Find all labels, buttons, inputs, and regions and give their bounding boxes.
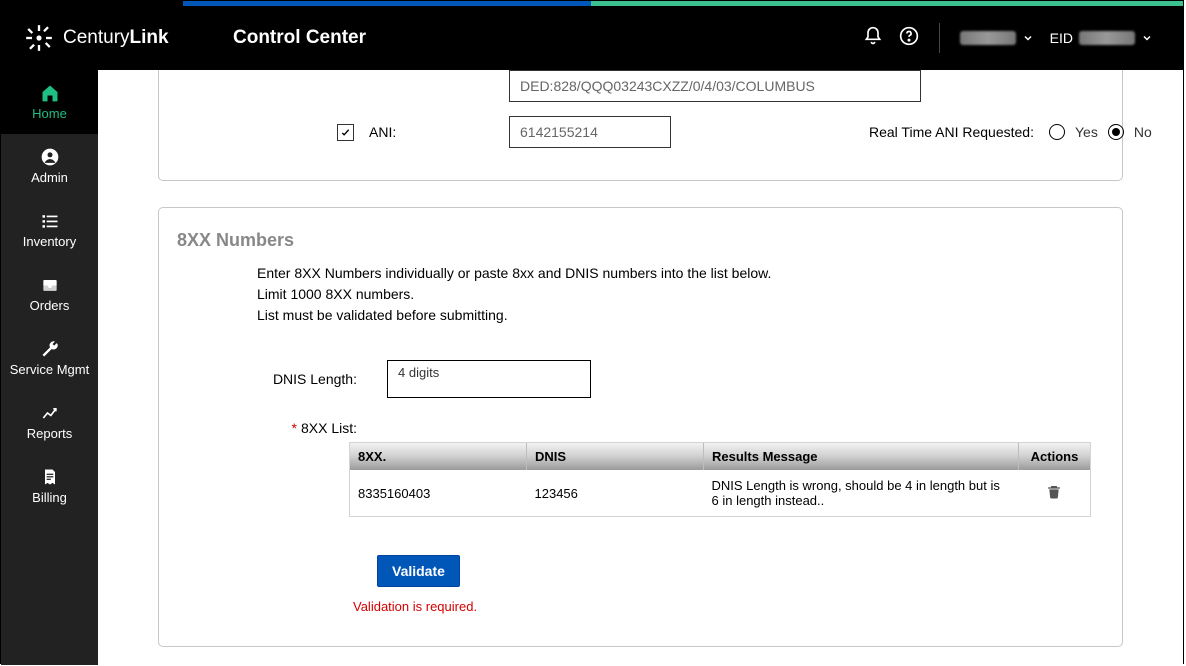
sidebar-item-label: Reports <box>27 427 73 441</box>
eightxx-list-table: 8XX. DNIS Results Message Actions 833516… <box>349 442 1091 517</box>
rt-ani-no-radio[interactable] <box>1108 124 1124 140</box>
sidebar-item-label: Orders <box>30 299 70 313</box>
ani-label: ANI: <box>369 124 509 140</box>
ani-input[interactable] <box>509 116 671 148</box>
eightxx-numbers-card: 8XX Numbers Enter 8XX Numbers individual… <box>158 207 1123 647</box>
brand-text: CenturyLink <box>63 27 169 49</box>
col-header-actions[interactable]: Actions <box>1019 443 1091 470</box>
user-name-redacted <box>960 31 1016 45</box>
inbox-icon <box>40 275 60 295</box>
main-content: ANI: Real Time ANI Requested: Yes No 8XX <box>98 70 1183 665</box>
table-row: 8335160403 123456 DNIS Length is wrong, … <box>350 470 1090 516</box>
sidebar-item-label: Admin <box>31 171 68 185</box>
chevron-down-icon <box>1022 32 1034 44</box>
app-title: Control Center <box>205 27 366 49</box>
app-header: CenturyLink Control Center EID <box>1 6 1183 70</box>
sidebar-item-label: Home <box>32 107 67 121</box>
sidebar-item-home[interactable]: Home <box>1 70 98 134</box>
instruction-line-1: Enter 8XX Numbers individually or paste … <box>177 263 1104 284</box>
sidebar-nav: Home Admin Inventory Orders Service Mgmt… <box>1 70 98 665</box>
validate-button[interactable]: Validate <box>377 555 460 587</box>
sidebar-item-reports[interactable]: Reports <box>1 390 98 454</box>
chevron-down-icon <box>1141 32 1153 44</box>
cell-dnis: 123456 <box>527 470 704 516</box>
sidebar-item-admin[interactable]: Admin <box>1 134 98 198</box>
delete-row-button[interactable] <box>1046 489 1062 504</box>
wrench-icon <box>40 339 60 359</box>
sidebar-item-label: Service Mgmt <box>10 363 89 377</box>
dnis-length-value: 4 digits <box>398 365 439 380</box>
sidebar-item-orders[interactable]: Orders <box>1 262 98 326</box>
col-header-dnis[interactable]: DNIS <box>527 443 704 470</box>
sidebar-item-label: Inventory <box>23 235 76 249</box>
top-accent-stripe <box>1 1 1183 6</box>
home-icon <box>40 83 60 103</box>
col-header-8xx[interactable]: 8XX. <box>350 443 527 470</box>
dnis-length-label: DNIS Length: <box>237 371 357 387</box>
sidebar-item-billing[interactable]: Billing <box>1 454 98 518</box>
eightxx-list-label: *8XX List: <box>237 420 357 436</box>
trash-icon <box>1046 483 1062 501</box>
cell-8xx: 8335160403 <box>350 470 527 516</box>
rt-ani-radio-group: Yes No <box>1049 124 1183 140</box>
user-menu[interactable] <box>960 31 1034 45</box>
eid-menu[interactable]: EID <box>1050 30 1153 46</box>
ani-config-card: ANI: Real Time ANI Requested: Yes No <box>158 70 1123 181</box>
eid-value-redacted <box>1079 31 1135 45</box>
notifications-icon[interactable] <box>863 26 883 51</box>
instruction-line-3: List must be validated before submitting… <box>177 305 1104 326</box>
brand-logo[interactable]: CenturyLink <box>1 24 205 52</box>
cell-results-message: DNIS Length is wrong, should be 4 in len… <box>704 470 1019 516</box>
centurylink-burst-icon <box>25 24 53 52</box>
help-icon[interactable] <box>899 26 919 51</box>
validation-error-message: Validation is required. <box>353 599 1104 614</box>
chart-line-icon <box>40 403 60 423</box>
radio-label-yes: Yes <box>1075 124 1098 140</box>
check-icon <box>340 127 351 138</box>
col-header-results[interactable]: Results Message <box>704 443 1019 470</box>
instruction-line-2: Limit 1000 8XX numbers. <box>177 284 1104 305</box>
sidebar-item-label: Billing <box>32 491 67 505</box>
ded-line-input[interactable] <box>509 70 921 102</box>
eid-label: EID <box>1050 30 1073 46</box>
radio-label-no: No <box>1134 124 1152 140</box>
dnis-length-select[interactable]: 4 digits <box>387 360 591 398</box>
section-title: 8XX Numbers <box>177 230 1104 251</box>
invoice-icon <box>40 467 60 487</box>
list-icon <box>40 211 60 231</box>
sidebar-item-service-mgmt[interactable]: Service Mgmt <box>1 326 98 390</box>
ani-checkbox[interactable] <box>337 124 354 141</box>
rt-ani-yes-radio[interactable] <box>1049 124 1065 140</box>
sidebar-item-inventory[interactable]: Inventory <box>1 198 98 262</box>
user-circle-icon <box>40 147 60 167</box>
rt-ani-label: Real Time ANI Requested: <box>869 124 1049 140</box>
